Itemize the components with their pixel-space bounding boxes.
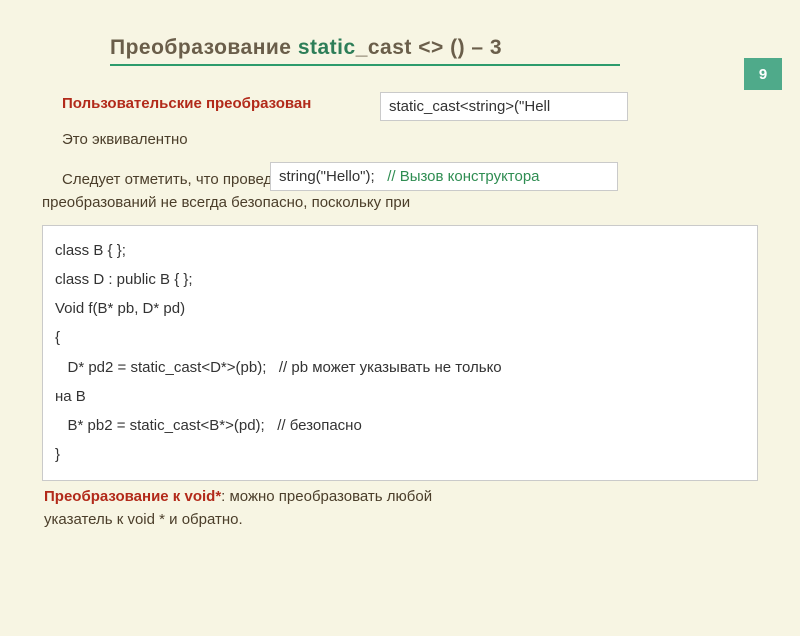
- void-heading: Преобразование к void*: [44, 488, 221, 505]
- title-prefix: Преобразование: [110, 36, 298, 59]
- code-line-7: B* pb2 = static_cast<B*>(pd); // безопас…: [55, 411, 745, 440]
- line-user-conversion: Пользовательские преобразован static_cas…: [42, 92, 758, 122]
- code-line-5: D* pd2 = static_cast<D*>(pb); // pb може…: [55, 353, 745, 382]
- slide-title-wrap: Преобразование static_cast <> () – 3: [110, 36, 620, 66]
- void-rest2: указатель к void * и обратно.: [44, 511, 243, 528]
- line-equivalent: Это эквивалентно string("Hello"); // Выз…: [42, 128, 758, 160]
- equivalent-lead: Это эквивалентно: [62, 131, 188, 148]
- paragraph-void: Преобразование к void*: можно преобразов…: [44, 485, 758, 532]
- code-inline-static-cast: static_cast<string>("Hell: [380, 92, 628, 121]
- para-rest: преобразований не всегда безопасно, поск…: [42, 194, 410, 211]
- slide-title: Преобразование static_cast <> () – 3: [110, 36, 620, 60]
- code-line-1: class B { };: [55, 236, 745, 265]
- void-rest: : можно преобразовать любой: [221, 488, 432, 505]
- subheading-user-conversion: Пользовательские преобразован: [62, 95, 311, 112]
- code-line-8: }: [55, 440, 745, 469]
- code-line-2: class D : public B { };: [55, 265, 745, 294]
- code-line-3: Void f(B* pb, D* pd): [55, 294, 745, 323]
- constructor-comment: // Вызов конструктора: [387, 168, 539, 185]
- page-number: 9: [744, 58, 782, 90]
- code-line-4: {: [55, 323, 745, 352]
- title-keyword: static: [298, 36, 356, 59]
- slide-content: Пользовательские преобразован static_cas…: [0, 92, 800, 531]
- title-suffix: _cast <> () – 3: [356, 36, 502, 59]
- code-block: class B { }; class D : public B { }; Voi…: [42, 225, 758, 481]
- page-number-text: 9: [759, 66, 767, 83]
- code-inline-constructor: string("Hello"); // Вызов конструктора: [270, 162, 618, 191]
- code-line-6: на B: [55, 382, 745, 411]
- constructor-code: string("Hello");: [279, 168, 375, 185]
